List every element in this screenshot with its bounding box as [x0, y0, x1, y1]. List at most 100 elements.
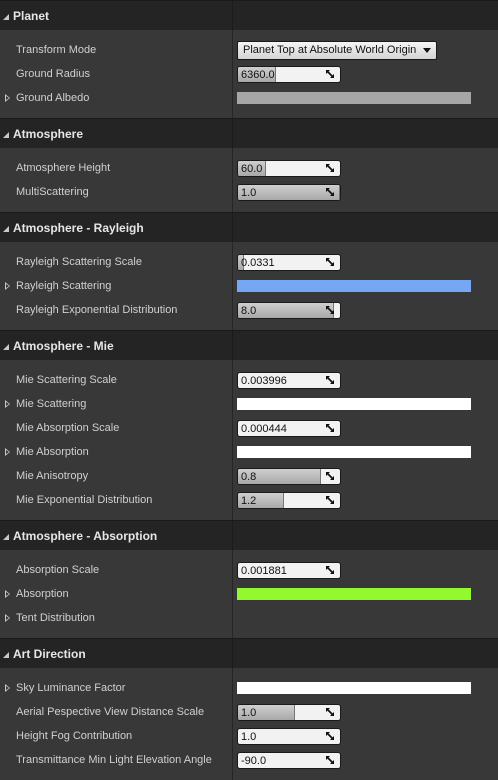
property-row-rayleigh-scattering-scale: Rayleigh Scattering Scale 0.0331 — [0, 250, 498, 274]
numeric-slider-input[interactable]: 0.001881 — [237, 561, 341, 579]
numeric-slider-input[interactable]: 1.2 — [237, 491, 341, 509]
property-row-absorption: Absorption — [0, 582, 498, 606]
row-spacer — [0, 360, 498, 368]
property-value: Planet Top at Absolute World Origin — [237, 38, 438, 62]
drag-arrows-icon[interactable] — [325, 707, 335, 717]
numeric-value: 1.0 — [241, 706, 257, 719]
numeric-slider-input[interactable]: 0.8 — [237, 467, 341, 485]
property-label-text: Rayleigh Exponential Distribution — [16, 304, 178, 316]
column-divider — [232, 488, 233, 512]
row-spacer — [0, 322, 498, 330]
column-divider — [232, 298, 233, 322]
drag-arrows-icon[interactable] — [325, 305, 335, 315]
property-label-text: Rayleigh Scattering — [16, 280, 112, 292]
collapse-arrow-icon[interactable] — [3, 131, 9, 138]
property-label: Rayleigh Scattering Scale — [0, 256, 232, 268]
drag-arrows-icon[interactable] — [325, 423, 335, 433]
drag-arrows-icon[interactable] — [325, 731, 335, 741]
column-divider — [232, 606, 233, 630]
section-header-atmosphere-mie[interactable]: Atmosphere - Mie — [0, 330, 498, 360]
section-header-planet[interactable]: Planet — [0, 0, 498, 30]
collapse-arrow-icon[interactable] — [3, 225, 9, 232]
drag-arrows-icon[interactable] — [325, 565, 335, 575]
column-divider — [232, 582, 233, 606]
expand-arrow-icon[interactable] — [5, 684, 10, 692]
numeric-value: 0.0331 — [241, 256, 275, 269]
row-spacer — [0, 630, 498, 638]
color-swatch[interactable] — [237, 682, 471, 694]
expand-arrow-icon[interactable] — [5, 614, 10, 622]
drag-arrows-icon[interactable] — [325, 69, 335, 79]
property-label: Atmosphere Height — [0, 162, 232, 174]
collapse-arrow-icon[interactable] — [3, 533, 9, 540]
column-divider — [232, 464, 233, 488]
property-row-height-fog-contribution: Height Fog Contribution 1.0 — [0, 724, 498, 748]
property-row-transform-mode: Transform Mode Planet Top at Absolute Wor… — [0, 38, 498, 62]
column-divider — [232, 156, 233, 180]
property-value: 60.0 — [237, 156, 341, 180]
collapse-arrow-icon[interactable] — [3, 651, 9, 658]
color-swatch[interactable] — [237, 398, 471, 410]
column-divider — [232, 204, 233, 212]
color-swatch[interactable] — [237, 446, 471, 458]
numeric-slider-input[interactable]: 1.0 — [237, 703, 341, 721]
numeric-slider-input[interactable]: 0.000444 — [237, 419, 341, 437]
property-label-text: Ground Radius — [16, 68, 90, 80]
row-spacer — [0, 204, 498, 212]
numeric-slider-input[interactable]: 6360.0 — [237, 65, 341, 83]
expand-arrow-icon[interactable] — [5, 282, 10, 290]
expand-arrow-icon[interactable] — [5, 400, 10, 408]
color-swatch[interactable] — [237, 280, 471, 292]
property-label: Rayleigh Exponential Distribution — [0, 304, 232, 316]
numeric-slider-input[interactable]: 1.0 — [237, 183, 341, 201]
drag-arrows-icon[interactable] — [325, 187, 335, 197]
numeric-value: 1.0 — [241, 730, 257, 743]
transform-mode-dropdown[interactable]: Planet Top at Absolute World Origin — [237, 40, 438, 60]
property-row-tent-distribution: Tent Distribution — [0, 606, 498, 630]
drag-arrows-icon[interactable] — [325, 257, 335, 267]
drag-arrows-icon[interactable] — [325, 495, 335, 505]
property-label: Mie Absorption Scale — [0, 422, 232, 434]
column-divider — [232, 30, 233, 38]
property-value: 0.000444 — [237, 416, 341, 440]
property-value — [237, 86, 471, 110]
section-header-atmosphere[interactable]: Atmosphere — [0, 118, 498, 148]
numeric-slider-input[interactable]: 0.0331 — [237, 253, 341, 271]
expand-arrow-icon[interactable] — [5, 590, 10, 598]
column-divider — [232, 668, 233, 676]
property-label: Mie Absorption — [0, 446, 232, 458]
drag-arrows-icon[interactable] — [325, 163, 335, 173]
collapse-arrow-icon[interactable] — [3, 343, 9, 350]
property-row-rayleigh-exponential-distribution: Rayleigh Exponential Distribution 8.0 — [0, 298, 498, 322]
expand-arrow-icon[interactable] — [5, 448, 10, 456]
numeric-slider-input[interactable]: 8.0 — [237, 301, 341, 319]
row-spacer — [0, 148, 498, 156]
section-header-art-direction[interactable]: Art Direction — [0, 638, 498, 668]
collapse-arrow-icon[interactable] — [3, 13, 9, 20]
numeric-value: 8.0 — [241, 304, 257, 317]
drag-arrows-icon[interactable] — [325, 375, 335, 385]
numeric-slider-input[interactable]: 60.0 — [237, 159, 341, 177]
drag-arrows-icon[interactable] — [325, 471, 335, 481]
expand-arrow-icon[interactable] — [5, 94, 10, 102]
numeric-slider-input[interactable]: 0.003996 — [237, 371, 341, 389]
property-value — [237, 582, 471, 606]
property-row-absorption-scale: Absorption Scale 0.001881 — [0, 558, 498, 582]
column-divider — [232, 1, 233, 30]
numeric-value: 60.0 — [241, 162, 263, 175]
column-divider — [232, 110, 233, 118]
section-header-atmosphere-rayleigh[interactable]: Atmosphere - Rayleigh — [0, 212, 498, 242]
numeric-value: 6360.0 — [241, 68, 275, 81]
property-value — [237, 392, 471, 416]
section-title: Atmosphere - Rayleigh — [13, 220, 144, 235]
column-divider — [232, 322, 233, 330]
color-swatch[interactable] — [237, 92, 471, 104]
color-swatch[interactable] — [237, 588, 471, 600]
numeric-value: 1.2 — [241, 494, 257, 507]
drag-arrows-icon[interactable] — [325, 755, 335, 765]
section-header-atmosphere-absorption[interactable]: Atmosphere - Absorption — [0, 520, 498, 550]
chevron-down-icon — [423, 47, 432, 53]
numeric-slider-input[interactable]: 1.0 — [237, 727, 341, 745]
numeric-slider-input[interactable]: -90.0 — [237, 751, 341, 769]
column-divider — [232, 512, 233, 520]
